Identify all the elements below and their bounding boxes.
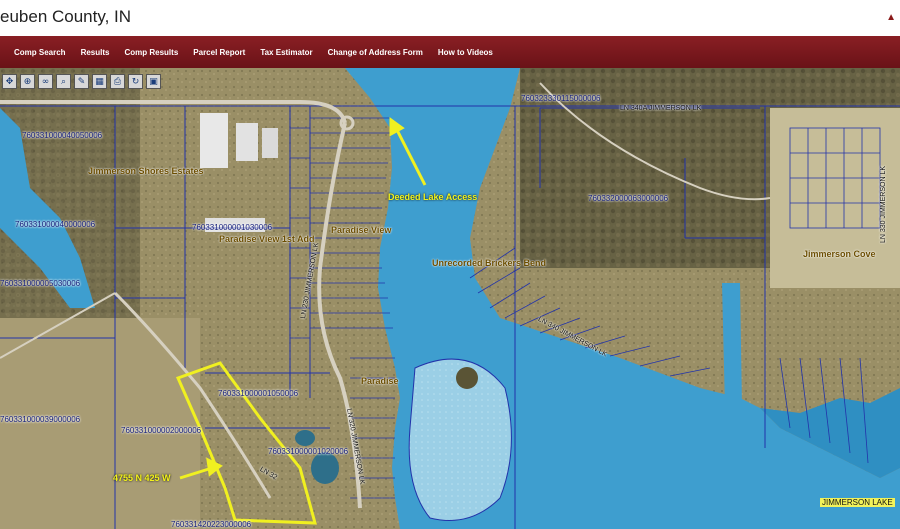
building-1 [200, 113, 228, 168]
nav-change-of-address[interactable]: Change of Address Form [328, 48, 423, 57]
address-label: 4755 N 425 W [113, 473, 171, 483]
pan-icon[interactable]: ✥ [2, 74, 17, 89]
parcel-id-label: 760331000001020006 [268, 447, 349, 456]
aerial-map [0, 68, 900, 529]
zoom-in-icon[interactable]: ⊕ [20, 74, 35, 89]
road-label: LN 340A JIMMERSON LK [620, 105, 702, 112]
subdivision-label: Jimmerson Cove [803, 249, 876, 259]
print-icon[interactable]: ⎙ [110, 74, 125, 89]
nav-results[interactable]: Results [81, 48, 110, 57]
subdivision-label: Unrecorded Brickers Bend [432, 258, 547, 268]
parcel-id-label: 760331000002000006 [121, 426, 202, 435]
parcel-id-label: 760331000040050006 [22, 131, 103, 140]
save-icon[interactable]: ▣ [146, 74, 161, 89]
channel-water [722, 283, 742, 408]
refresh-icon[interactable]: ↻ [128, 74, 143, 89]
main-nav: Comp Search Results Comp Results Parcel … [0, 36, 900, 68]
subdivision-label: Paradise [361, 376, 399, 386]
nav-comp-results[interactable]: Comp Results [124, 48, 178, 57]
nav-comp-search[interactable]: Comp Search [14, 48, 66, 57]
subdivision-label: Jimmerson Shores Estates [88, 166, 204, 176]
page-title: euben County, IN [0, 7, 132, 26]
parcel-id-label: 760331000040000006 [15, 220, 96, 229]
binoculars-icon[interactable]: ∞ [38, 74, 53, 89]
parcel-id-label: 760331000005030006 [0, 279, 81, 288]
building-3 [262, 128, 278, 158]
road-label: LN 330 JIMMERSON LK [880, 165, 887, 243]
parcel-id-label: 760331000001050006 [218, 389, 299, 398]
lake-island [456, 367, 478, 389]
measure-icon[interactable]: ▦ [92, 74, 107, 89]
draw-icon[interactable]: ✎ [74, 74, 89, 89]
pond-1 [311, 452, 339, 484]
magnifier-icon[interactable]: ⌕ [56, 74, 71, 89]
lake-name-label: JIMMERSON LAKE [820, 498, 895, 507]
parcel-id-label: 760331000001030006 [192, 223, 273, 232]
subdivision-label: Paradise View 1st Add [219, 234, 315, 244]
nav-how-to-videos[interactable]: How to Videos [438, 48, 493, 57]
logo-icon: ▲ [886, 12, 896, 23]
pond-2 [295, 430, 315, 446]
app-header: euben County, IN ▲ [0, 0, 900, 37]
parcel-id-label: 760323330115000006 [521, 94, 601, 103]
parcel-id-label: 760331000039000006 [0, 415, 81, 424]
parcel-id-label: 760332000063000006 [588, 194, 669, 203]
building-2 [236, 123, 258, 161]
deeded-lake-access-label: Deeded Lake Access [388, 192, 478, 202]
nav-tax-estimator[interactable]: Tax Estimator [260, 48, 312, 57]
nav-parcel-report[interactable]: Parcel Report [193, 48, 245, 57]
map-toolbar: ✥ ⊕ ∞ ⌕ ✎ ▦ ⎙ ↻ ▣ [0, 74, 161, 89]
map-view[interactable]: 760323330115000006 760331000040050006 76… [0, 68, 900, 529]
parcel-id-label: 760331420223000006 [171, 520, 252, 529]
subdivision-label: Paradise View [331, 225, 392, 235]
